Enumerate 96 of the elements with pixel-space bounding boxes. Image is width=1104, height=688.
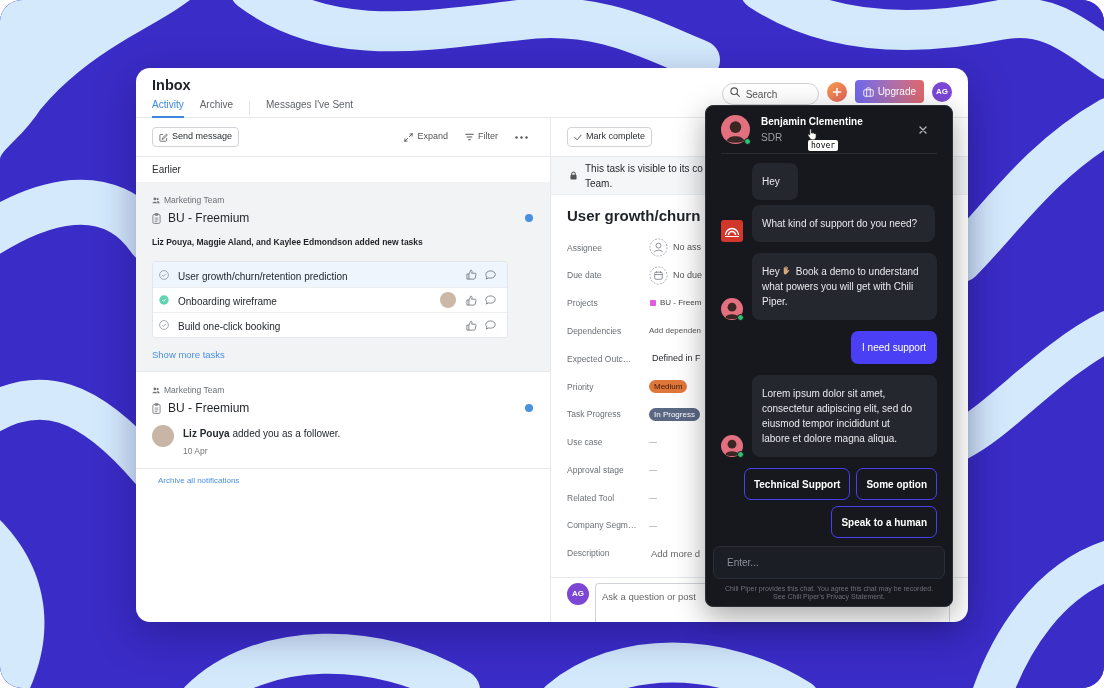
- people-icon: [152, 386, 160, 394]
- more-icon[interactable]: [515, 135, 528, 139]
- team-label: Marketing Team: [164, 193, 225, 207]
- hand-cursor-icon: [807, 128, 817, 140]
- search-field[interactable]: Search: [721, 83, 819, 105]
- search-icon: [729, 86, 740, 97]
- plus-icon: [831, 86, 842, 97]
- message-bubble: What kind of support do you need?: [752, 205, 936, 242]
- logo-icon: [721, 220, 743, 242]
- page-title: Inbox: [152, 76, 191, 94]
- project-tag[interactable]: BU - Freem: [660, 297, 702, 310]
- quick-reply-button[interactable]: Technical Support: [743, 468, 851, 500]
- check-icon: [574, 133, 582, 141]
- comment-icon[interactable]: [485, 320, 496, 330]
- add-button[interactable]: [826, 81, 847, 102]
- task-title: Build one-click booking: [178, 321, 281, 332]
- tab[interactable]: Messages I've Sent: [266, 99, 353, 118]
- field-value: —: [649, 492, 657, 505]
- edit-icon: [159, 132, 168, 142]
- notification-card[interactable]: Marketing Team BU - Freemium Liz Pouya, Maggie Aland, and Kaylee Edmondson added new tasks User growth/churn/retention prediction Onboarding wireframe Build one-click booking Show more tasks: [136, 182, 550, 372]
- person-placeholder-icon[interactable]: [649, 238, 668, 258]
- filter-icon: [465, 133, 474, 141]
- agent-name: Benjamin Clementine: [761, 115, 863, 128]
- visibility-notice: This task is visible to its co Team.: [585, 161, 703, 191]
- field-value: —: [649, 436, 657, 449]
- agent-avatar: [721, 115, 750, 144]
- field-label: Expected Outc…: [567, 352, 633, 366]
- field-label: Assignee: [567, 241, 603, 255]
- thumbs-up-icon[interactable]: [466, 294, 477, 306]
- field-label: Dependencies: [567, 324, 623, 338]
- field-label: Description: [567, 547, 611, 561]
- quick-reply-button[interactable]: Speak to a human: [831, 506, 937, 538]
- tab[interactable]: Archive: [199, 99, 234, 118]
- field-value[interactable]: No due: [673, 268, 703, 283]
- mark-complete-button[interactable]: Mark complete: [567, 127, 653, 147]
- activity-summary: Liz Pouya, Maggie Aland, and Kaylee Edmondson added new tasks: [152, 237, 424, 248]
- field-label: Task Progress: [567, 408, 622, 422]
- task-title: User growth/churn: [567, 206, 701, 226]
- expand-icon: [404, 132, 414, 142]
- field-label: Company Segm…: [567, 519, 638, 533]
- agent-avatar: [721, 435, 743, 457]
- comment-icon[interactable]: [485, 295, 496, 305]
- task-row[interactable]: User growth/churn/retention prediction: [153, 262, 507, 287]
- message-bubble: Lorem ipsum dolor sit amet, consectetur adipiscing elit, sed do eiusmod tempor incididunt ut labore et dolore magna aliqua.: [752, 375, 937, 457]
- close-icon[interactable]: [919, 125, 927, 134]
- project-title[interactable]: BU - Freemium: [168, 399, 250, 417]
- agent-avatar: [721, 298, 743, 320]
- lock-icon: [570, 171, 577, 180]
- field-label: Use case: [567, 436, 604, 449]
- expand-button[interactable]: Expand: [404, 130, 448, 144]
- comment-icon[interactable]: [485, 269, 496, 280]
- notification-card[interactable]: Marketing Team BU - Freemium Liz Pouya added you as a follower. 10 Apr: [136, 372, 550, 469]
- project-tag-icon: [650, 300, 656, 307]
- thumbs-up-icon[interactable]: [466, 319, 477, 331]
- upgrade-button[interactable]: Upgrade: [854, 80, 924, 103]
- user-avatar[interactable]: AG: [567, 583, 589, 605]
- status-pill[interactable]: In Progress: [649, 408, 700, 422]
- clipboard-icon: [152, 212, 161, 224]
- user-avatar[interactable]: AG: [932, 81, 952, 102]
- timestamp: 10 Apr: [183, 446, 208, 456]
- section-heading: Earlier: [152, 163, 181, 177]
- send-message-button[interactable]: Send message: [152, 127, 240, 147]
- field-value[interactable]: Defined in F: [652, 352, 701, 366]
- filter-button[interactable]: Filter: [465, 130, 498, 144]
- user-message-bubble: I need support: [851, 331, 937, 364]
- message-bubble: Hey Book a demo to understand what powers you will get with Chili Piper.: [752, 253, 937, 320]
- archive-all-link[interactable]: Archive all notifications: [158, 476, 240, 486]
- tab[interactable]: Activity: [152, 99, 184, 118]
- field-value: —: [649, 464, 657, 477]
- agent-role: SDR: [761, 131, 783, 144]
- avatar: [152, 425, 174, 447]
- message-input[interactable]: Enter...: [713, 546, 945, 579]
- field-label: Projects: [567, 297, 599, 310]
- people-icon: [152, 196, 160, 204]
- message-bubble: Hey: [752, 163, 798, 200]
- field-value[interactable]: No ass: [673, 241, 701, 255]
- field-value[interactable]: Add more d: [651, 546, 701, 561]
- field-value[interactable]: Add dependen: [649, 325, 702, 338]
- project-title[interactable]: BU - Freemium: [168, 209, 250, 227]
- quick-reply-button[interactable]: Some option: [856, 468, 937, 500]
- field-label: Due date: [567, 269, 603, 283]
- tooltip: hover: [808, 140, 839, 151]
- field-label: Priority: [567, 380, 595, 394]
- thumbs-up-icon[interactable]: [466, 269, 477, 280]
- status-pill[interactable]: Medium: [649, 380, 688, 394]
- briefcase-icon: [862, 86, 874, 97]
- calendar-icon[interactable]: [649, 266, 668, 286]
- field-label: Approval stage: [567, 463, 625, 477]
- task-row[interactable]: Build one-click booking: [153, 312, 507, 337]
- task-title: User growth/churn/retention prediction: [178, 270, 348, 282]
- field-value: —: [649, 519, 657, 532]
- notification-message: Liz Pouya added you as a follower.: [183, 428, 341, 440]
- clipboard-icon: [152, 402, 161, 414]
- team-label: Marketing Team: [164, 383, 225, 397]
- field-label: Related Tool: [567, 491, 616, 505]
- task-title: Onboarding wireframe: [178, 296, 277, 307]
